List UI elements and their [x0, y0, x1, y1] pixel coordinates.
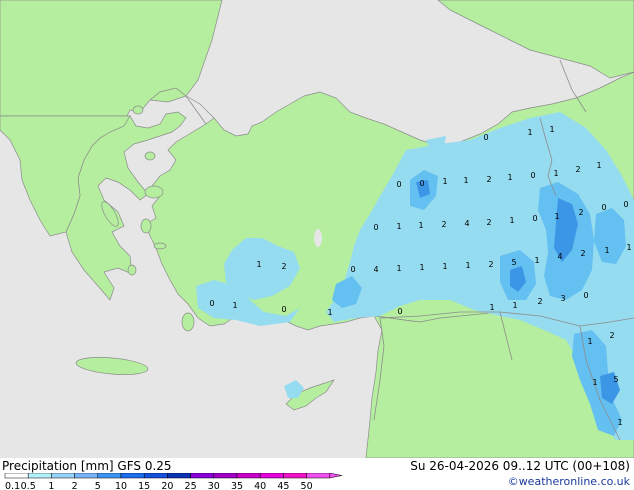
- legend-level-label: 0.1: [5, 481, 20, 490]
- legend-level-label: 2: [72, 481, 78, 490]
- map-value-label: 1: [507, 173, 512, 182]
- map-value-label: 1: [527, 128, 532, 137]
- map-value-label: 5: [511, 258, 516, 267]
- legend-swatch: [74, 473, 99, 479]
- map-value-label: 2: [281, 262, 286, 271]
- map-value-label: 0: [350, 265, 355, 274]
- map-value-label: 2: [486, 218, 491, 227]
- model-name: GFS 0.25: [117, 459, 172, 473]
- map-value-label: 1: [442, 177, 447, 186]
- map-value-label: 2: [441, 220, 446, 229]
- legend-level-label: 50: [301, 481, 313, 490]
- legend-swatch: [4, 473, 29, 479]
- island-naxos: [127, 264, 137, 276]
- map-value-label: 1: [626, 243, 631, 252]
- map-value-label: 4: [373, 265, 378, 274]
- legend-level-label: 25: [185, 481, 197, 490]
- legend-level-label: 10: [115, 481, 127, 490]
- map-value-label: 2: [486, 175, 491, 184]
- legend-swatch: [143, 473, 168, 479]
- legend-swatch: [213, 473, 238, 479]
- map-value-label: 1: [512, 301, 517, 310]
- map-value-label: 1: [419, 263, 424, 272]
- legend-level-label: 0.5: [21, 481, 36, 490]
- island-chios: [140, 218, 152, 234]
- map-value-label: 1: [327, 308, 332, 317]
- legend-level-label: 45: [277, 481, 289, 490]
- legend-swatch: [306, 473, 331, 479]
- legend-title-row: Precipitation [mm] GFS 0.25: [2, 459, 172, 473]
- map-value-label: 1: [442, 262, 447, 271]
- map-value-label: 2: [609, 331, 614, 340]
- map-value-label: 1: [604, 246, 609, 255]
- map-value-label: 2: [575, 165, 580, 174]
- legend-swatch: [259, 473, 284, 479]
- map-value-label: 1: [489, 303, 494, 312]
- map-value-label: 1: [509, 216, 514, 225]
- footer: Precipitation [mm] GFS 0.25 Su 26-04-202…: [0, 458, 634, 490]
- precipitation-map: 0 1 1 0 0 1 1 2 1 0 1 2 1 0 0 0 1 1 2 4 2 1 0 1 2 1 1 1 2 0 4 1 1 1 1 2 5 1 4 2…: [0, 0, 634, 458]
- map-value-label: 4: [557, 252, 562, 261]
- map-value-label: 1: [418, 221, 423, 230]
- legend-title: Precipitation [mm]: [2, 459, 114, 473]
- map-value-label: 0: [601, 203, 606, 212]
- valid-time: Su 26-04-2026 09..12 UTC (00+108): [410, 459, 630, 473]
- map-value-label: 2: [537, 297, 542, 306]
- map-value-label: 1: [554, 212, 559, 221]
- map-value-label: 1: [549, 125, 554, 134]
- island-lesbos: [144, 185, 164, 199]
- map-value-label: 0: [483, 133, 488, 142]
- map-value-label: 1: [232, 301, 237, 310]
- map-value-label: 3: [560, 294, 565, 303]
- map-value-label: 0: [583, 291, 588, 300]
- map-value-label: 2: [578, 208, 583, 217]
- color-scale-legend: 0.1 0.5 1 2 5 10 15 20 25 30 35 40 45 50: [4, 473, 342, 490]
- island-rhodes: [181, 312, 195, 332]
- legend-swatch: [27, 473, 52, 479]
- legend-swatch: [51, 473, 75, 479]
- island-samos: [153, 242, 167, 250]
- legend-swatch: [236, 473, 261, 479]
- map-value-label: 0: [281, 305, 286, 314]
- map-value-label: 0: [373, 223, 378, 232]
- map-value-label: 0: [532, 214, 537, 223]
- map-value-label: 1: [587, 337, 592, 346]
- map-value-label: 1: [553, 169, 558, 178]
- legend-arrow: [329, 473, 342, 479]
- map-value-label: 0: [209, 299, 214, 308]
- map-value-label: 1: [592, 378, 597, 387]
- legend-level-label: 5: [95, 481, 101, 490]
- legend-swatch: [167, 473, 191, 479]
- legend-level-label: 1: [48, 481, 54, 490]
- map-value-label: 1: [396, 264, 401, 273]
- legend-level-label: 40: [254, 481, 266, 490]
- map-value-label: 0: [397, 307, 402, 316]
- map-value-label: 0: [419, 179, 424, 188]
- island-lemnos: [144, 151, 156, 161]
- lake: [314, 229, 322, 247]
- legend-level-label: 20: [161, 481, 173, 490]
- legend-swatch: [190, 473, 215, 479]
- map-value-label: 1: [256, 260, 261, 269]
- map-value-label: 0: [396, 180, 401, 189]
- map-value-label: 1: [534, 256, 539, 265]
- legend-swatch: [120, 473, 145, 479]
- map-value-label: 1: [596, 161, 601, 170]
- map-value-label: 2: [488, 260, 493, 269]
- legend-swatch: [283, 473, 307, 479]
- map-value-label: 1: [463, 176, 468, 185]
- map-value-label: 4: [464, 219, 469, 228]
- legend-level-label: 15: [138, 481, 150, 490]
- legend-level-label: 35: [231, 481, 243, 490]
- map-value-label: 0: [623, 200, 628, 209]
- map-value-label: 1: [396, 222, 401, 231]
- island-thasos: [132, 105, 144, 115]
- legend-swatch: [97, 473, 122, 479]
- map-value-label: 0: [530, 171, 535, 180]
- map-value-label: 1: [465, 261, 470, 270]
- map-value-label: 2: [580, 249, 585, 258]
- legend-level-label: 30: [208, 481, 220, 490]
- map-value-label: 5: [613, 375, 618, 384]
- map-value-label: 1: [617, 418, 622, 427]
